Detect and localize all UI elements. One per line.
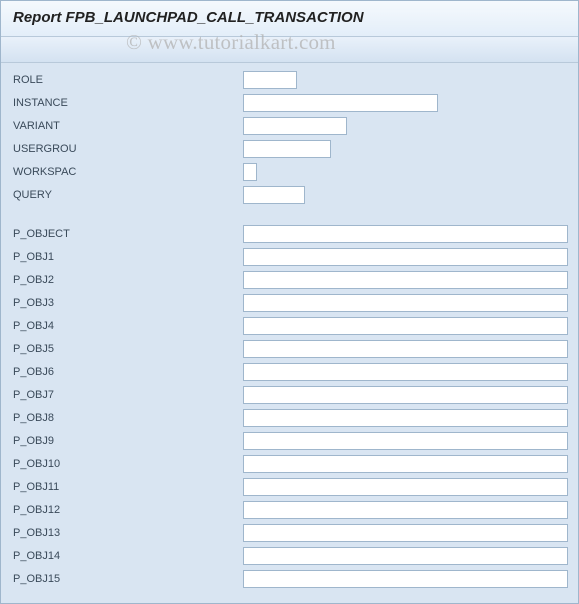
field-label: P_OBJ15: [11, 573, 243, 585]
field-label: P_OBJ8: [11, 412, 243, 424]
field-label: WORKSPAC: [11, 166, 243, 178]
field-input-p_object[interactable]: [243, 225, 568, 243]
field-label: INSTANCE: [11, 97, 243, 109]
field-row: P_OBJ1: [11, 246, 568, 267]
field-row: P_OBJ9: [11, 430, 568, 451]
field-row: P_OBJ7: [11, 384, 568, 405]
field-input-p_obj6[interactable]: [243, 363, 568, 381]
field-input-p_obj11[interactable]: [243, 478, 568, 496]
field-row: ROLE: [11, 69, 568, 90]
field-input-role[interactable]: [243, 71, 297, 89]
field-row: P_OBJ10: [11, 453, 568, 474]
field-input-variant[interactable]: [243, 117, 347, 135]
field-input-workspac[interactable]: [243, 163, 257, 181]
field-input-p_obj1[interactable]: [243, 248, 568, 266]
field-row: P_OBJ5: [11, 338, 568, 359]
field-label: ROLE: [11, 74, 243, 86]
field-input-usergrou[interactable]: [243, 140, 331, 158]
field-input-query[interactable]: [243, 186, 305, 204]
field-row: P_OBJ13: [11, 522, 568, 543]
field-row: INSTANCE: [11, 92, 568, 113]
field-label: P_OBJ9: [11, 435, 243, 447]
field-label: P_OBJ3: [11, 297, 243, 309]
field-label: VARIANT: [11, 120, 243, 132]
field-row: P_OBJ2: [11, 269, 568, 290]
report-title: Report FPB_LAUNCHPAD_CALL_TRANSACTION: [1, 1, 578, 37]
selection-screen: ROLE INSTANCE VARIANT USERGROU WORKSPAC QUERY…: [1, 63, 578, 589]
field-label: P_OBJECT: [11, 228, 243, 240]
field-row: WORKSPAC: [11, 161, 568, 182]
field-row: VARIANT: [11, 115, 568, 136]
field-input-p_obj10[interactable]: [243, 455, 568, 473]
field-label: P_OBJ1: [11, 251, 243, 263]
field-label: P_OBJ11: [11, 481, 243, 493]
field-input-p_obj13[interactable]: [243, 524, 568, 542]
field-row: P_OBJ4: [11, 315, 568, 336]
field-row: P_OBJ11: [11, 476, 568, 497]
field-input-p_obj2[interactable]: [243, 271, 568, 289]
field-input-p_obj7[interactable]: [243, 386, 568, 404]
field-input-p_obj4[interactable]: [243, 317, 568, 335]
field-label: P_OBJ13: [11, 527, 243, 539]
field-label: P_OBJ2: [11, 274, 243, 286]
toolbar: [1, 37, 578, 63]
field-input-p_obj15[interactable]: [243, 570, 568, 588]
field-label: USERGROU: [11, 143, 243, 155]
field-row: USERGROU: [11, 138, 568, 159]
field-input-p_obj5[interactable]: [243, 340, 568, 358]
field-input-p_obj3[interactable]: [243, 294, 568, 312]
field-input-instance[interactable]: [243, 94, 438, 112]
field-label: P_OBJ7: [11, 389, 243, 401]
field-row: P_OBJ3: [11, 292, 568, 313]
field-label: P_OBJ5: [11, 343, 243, 355]
field-label: QUERY: [11, 189, 243, 201]
field-row: P_OBJ12: [11, 499, 568, 520]
field-label: P_OBJ14: [11, 550, 243, 562]
field-input-p_obj8[interactable]: [243, 409, 568, 427]
field-label: P_OBJ6: [11, 366, 243, 378]
field-row: P_OBJECT: [11, 223, 568, 244]
field-input-p_obj14[interactable]: [243, 547, 568, 565]
field-row: P_OBJ14: [11, 545, 568, 566]
section-parameters-1: ROLE INSTANCE VARIANT USERGROU WORKSPAC QUERY: [11, 69, 568, 205]
field-label: P_OBJ10: [11, 458, 243, 470]
field-row: P_OBJ6: [11, 361, 568, 382]
field-label: P_OBJ12: [11, 504, 243, 516]
field-row: P_OBJ15: [11, 568, 568, 589]
field-row: P_OBJ8: [11, 407, 568, 428]
field-input-p_obj9[interactable]: [243, 432, 568, 450]
field-row: QUERY: [11, 184, 568, 205]
field-label: P_OBJ4: [11, 320, 243, 332]
section-parameters-2: P_OBJECT P_OBJ1 P_OBJ2 P_OBJ3 P_OBJ4 P_OBJ5 P_…: [11, 223, 568, 589]
field-input-p_obj12[interactable]: [243, 501, 568, 519]
